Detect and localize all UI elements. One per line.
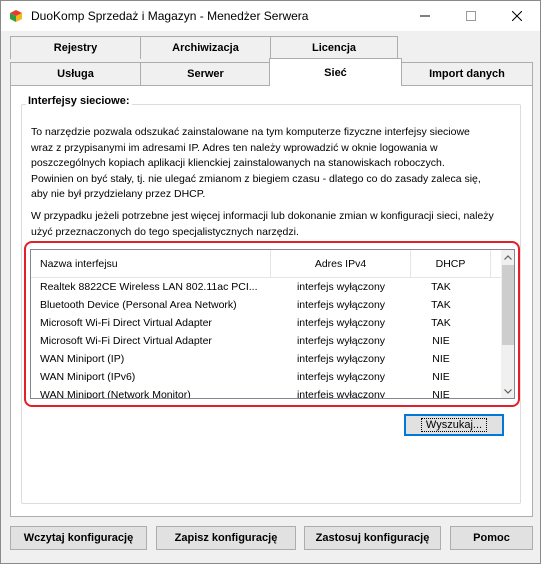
chevron-up-icon: [504, 254, 512, 260]
description-line: Powinien on być stały, tj. nie ulegać zm…: [31, 172, 481, 185]
cell-interface-name: Microsoft Wi-Fi Direct Virtual Adapter: [40, 317, 212, 329]
description-line: aby nie był przydzielany przez DHCP.: [31, 188, 206, 200]
close-icon: [512, 11, 522, 21]
title-bar[interactable]: DuoKomp Sprzedaż i Magazyn - Menedżer Se…: [1, 1, 540, 31]
cell-interface-name: Bluetooth Device (Personal Area Network): [40, 299, 237, 311]
tab-panel-siec: Interfejsy sieciowe: To narzędzie pozwal…: [10, 85, 533, 517]
tab-import-danych[interactable]: Import danych: [401, 62, 533, 85]
cell-interface-name: WAN Miniport (IP): [40, 353, 125, 365]
network-interfaces-list[interactable]: Nazwa interfejsu Adres IPv4 DHCP Realtek…: [30, 249, 515, 399]
search-button[interactable]: Wyszukaj...: [404, 414, 504, 436]
cell-dhcp: TAK: [431, 281, 451, 293]
cell-ipv4: interfejs wyłączony: [296, 299, 386, 311]
minimize-icon: [420, 15, 430, 17]
table-row[interactable]: Microsoft Wi-Fi Direct Virtual Adapter i…: [31, 333, 501, 351]
tab-archiwizacja[interactable]: Archiwizacja: [140, 36, 271, 59]
list-header: Nazwa interfejsu Adres IPv4 DHCP: [31, 250, 501, 278]
close-button[interactable]: [494, 1, 540, 31]
description-line: poszczególnych kopiach aplikacji klienck…: [31, 157, 445, 169]
description-text-2: W przypadku jeżeli potrzebne jest więcej…: [31, 209, 511, 240]
load-config-button[interactable]: Wczytaj konfigurację: [10, 526, 147, 550]
cell-ipv4: interfejs wyłączony: [296, 335, 386, 347]
tab-usluga[interactable]: Usługa: [10, 62, 141, 85]
cell-ipv4: interfejs wyłączony: [296, 371, 386, 383]
scroll-down-button[interactable]: [501, 384, 514, 398]
maximize-button[interactable]: [448, 1, 494, 31]
tab-serwer[interactable]: Serwer: [140, 62, 271, 85]
column-header-ipv4[interactable]: Adres IPv4: [271, 250, 411, 278]
description-text: To narzędzie pozwala odszukać zainstalow…: [31, 125, 511, 203]
column-header-dhcp[interactable]: DHCP: [411, 250, 491, 278]
tab-rejestry[interactable]: Rejestry: [10, 36, 141, 59]
table-row[interactable]: WAN Miniport (IP) interfejs wyłączony NI…: [31, 351, 501, 369]
search-button-label: Wyszukaj...: [420, 418, 488, 432]
cell-interface-name: Realtek 8822CE Wireless LAN 802.11ac PCI…: [40, 281, 258, 293]
cell-interface-name: Microsoft Wi-Fi Direct Virtual Adapter: [40, 335, 212, 347]
cell-dhcp: TAK: [431, 299, 451, 311]
window-title: DuoKomp Sprzedaż i Magazyn - Menedżer Se…: [31, 9, 309, 23]
table-row[interactable]: WAN Miniport (IPv6) interfejs wyłączony …: [31, 369, 501, 387]
cell-dhcp: TAK: [431, 317, 451, 329]
column-header-name[interactable]: Nazwa interfejsu: [31, 250, 271, 278]
cell-ipv4: interfejs wyłączony: [296, 317, 386, 329]
scrollbar-thumb[interactable]: [502, 265, 514, 345]
app-logo-icon: [10, 10, 22, 22]
cell-interface-name: WAN Miniport (Network Monitor): [40, 389, 191, 399]
apply-config-button[interactable]: Zastosuj konfigurację: [304, 526, 441, 550]
tab-siec[interactable]: Sieć: [269, 58, 402, 86]
scroll-up-button[interactable]: [501, 250, 514, 264]
description-line: To narzędzie pozwala odszukać zainstalow…: [31, 126, 470, 138]
help-button[interactable]: Pomoc: [450, 526, 533, 550]
app-window: DuoKomp Sprzedaż i Magazyn - Menedżer Se…: [0, 0, 541, 564]
cell-ipv4: interfejs wyłączony: [296, 389, 386, 399]
chevron-down-icon: [504, 388, 512, 394]
cell-interface-name: WAN Miniport (IPv6): [40, 371, 136, 383]
description-line: W przypadku jeżeli potrzebne jest więcej…: [31, 210, 494, 222]
cell-ipv4: interfejs wyłączony: [296, 281, 386, 293]
cell-dhcp: NIE: [432, 353, 450, 365]
cell-ipv4: interfejs wyłączony: [296, 353, 386, 365]
vertical-scrollbar[interactable]: [501, 250, 514, 398]
cell-dhcp: NIE: [432, 371, 450, 383]
tab-licencja[interactable]: Licencja: [270, 36, 398, 59]
cell-dhcp: NIE: [432, 389, 450, 399]
table-row[interactable]: Microsoft Wi-Fi Direct Virtual Adapter i…: [31, 315, 501, 333]
maximize-icon: [466, 11, 476, 21]
table-row[interactable]: Realtek 8822CE Wireless LAN 802.11ac PCI…: [31, 279, 501, 297]
table-row[interactable]: WAN Miniport (Network Monitor) interfejs…: [31, 387, 501, 399]
minimize-button[interactable]: [402, 1, 448, 31]
group-title: Interfejsy sieciowe:: [26, 95, 132, 107]
description-line: wraz z przypisanymi im adresami IP. Adre…: [31, 141, 438, 154]
cell-dhcp: NIE: [432, 335, 450, 347]
description-line: użyć przeznaczonych do tego specjalistyc…: [31, 225, 299, 238]
table-row[interactable]: Bluetooth Device (Personal Area Network)…: [31, 297, 501, 315]
save-config-button[interactable]: Zapisz konfigurację: [156, 526, 296, 550]
